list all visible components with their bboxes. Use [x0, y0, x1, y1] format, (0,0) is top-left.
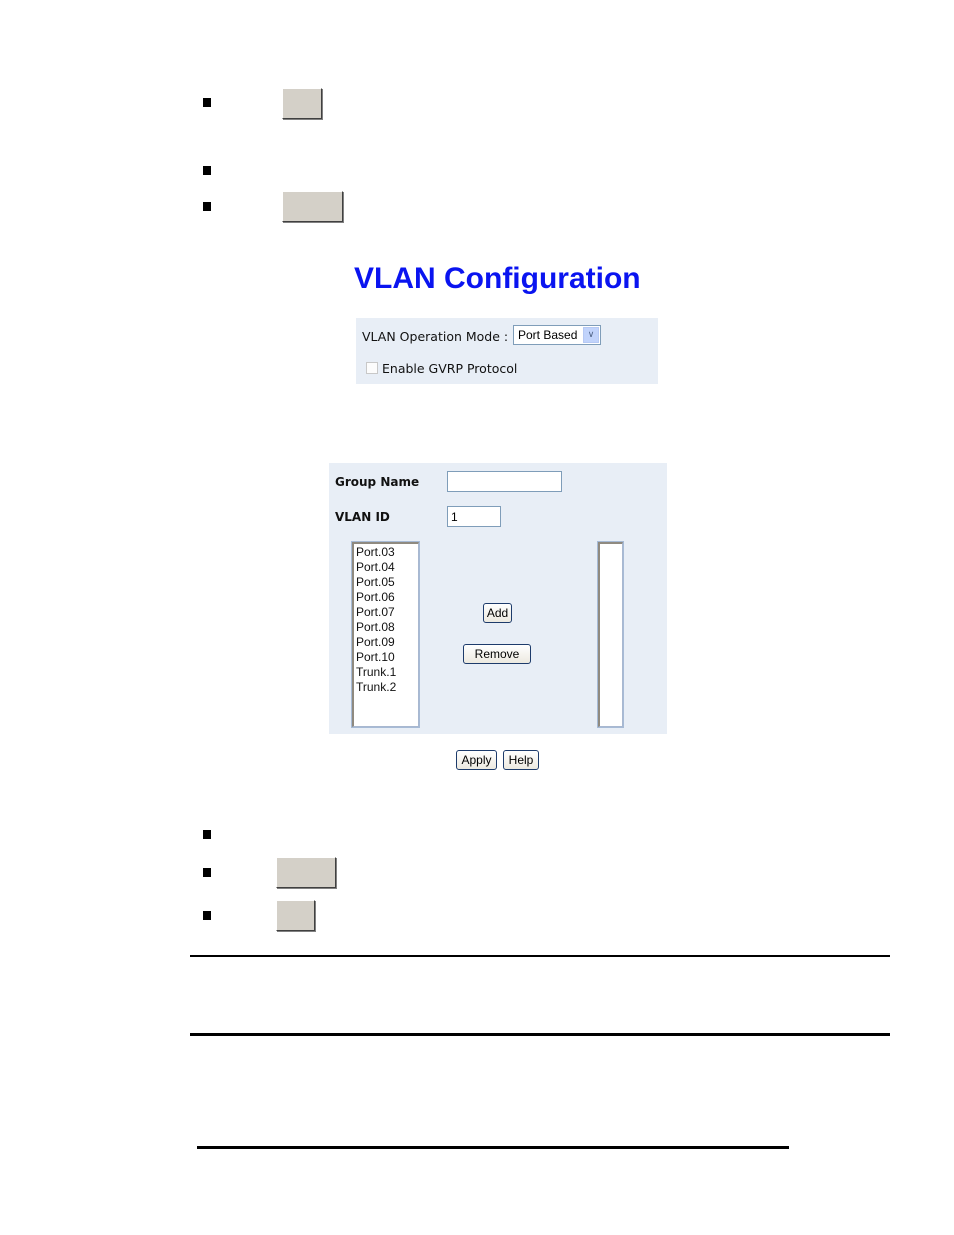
port-list-item[interactable]: Trunk.2	[354, 680, 418, 695]
port-list-item[interactable]: Port.10	[354, 650, 418, 665]
gvrp-checkbox[interactable]	[366, 362, 378, 374]
bullet-icon	[203, 911, 211, 920]
inline-button-image	[276, 900, 315, 931]
group-name-input[interactable]	[447, 471, 562, 492]
gvrp-label: Enable GVRP Protocol	[382, 361, 518, 376]
vlan-group-panel: Group Name VLAN ID Port.03 Port.04 Port.…	[329, 463, 667, 734]
group-name-label: Group Name	[335, 475, 420, 489]
bullet-icon	[203, 830, 211, 839]
help-button[interactable]: Help	[503, 750, 539, 770]
operation-mode-select[interactable]: Port Based ∨	[513, 325, 601, 345]
footer-divider	[197, 1146, 789, 1149]
operation-mode-value: Port Based	[518, 328, 578, 342]
inline-button-image	[282, 191, 343, 222]
member-ports-list[interactable]	[597, 541, 624, 728]
port-list-item[interactable]: Port.04	[354, 560, 418, 575]
vlan-id-label: VLAN ID	[335, 510, 390, 524]
apply-button[interactable]: Apply	[456, 750, 497, 770]
port-list-item[interactable]: Port.09	[354, 635, 418, 650]
vlan-id-input[interactable]	[447, 506, 501, 527]
inline-button-image	[276, 857, 336, 888]
vlan-mode-panel: VLAN Operation Mode : Port Based ∨ Enabl…	[356, 318, 658, 384]
add-button[interactable]: Add	[483, 603, 512, 623]
port-list-item[interactable]: Port.05	[354, 575, 418, 590]
bullet-icon	[203, 868, 211, 877]
page-title: VLAN Configuration	[354, 262, 641, 295]
bullet-icon	[203, 166, 211, 175]
chevron-down-icon[interactable]: ∨	[583, 327, 599, 343]
operation-mode-label: VLAN Operation Mode :	[362, 329, 509, 344]
bullet-icon	[203, 98, 211, 107]
port-list-item[interactable]: Port.06	[354, 590, 418, 605]
port-list-item[interactable]: Port.08	[354, 620, 418, 635]
port-list-item[interactable]: Trunk.1	[354, 665, 418, 680]
divider	[190, 955, 890, 957]
remove-button[interactable]: Remove	[463, 644, 531, 664]
divider	[190, 1033, 890, 1036]
available-ports-list[interactable]: Port.03 Port.04 Port.05 Port.06 Port.07 …	[351, 541, 420, 728]
bullet-icon	[203, 202, 211, 211]
port-list-item[interactable]: Port.07	[354, 605, 418, 620]
inline-button-image	[282, 88, 322, 119]
port-list-item[interactable]: Port.03	[354, 545, 418, 560]
